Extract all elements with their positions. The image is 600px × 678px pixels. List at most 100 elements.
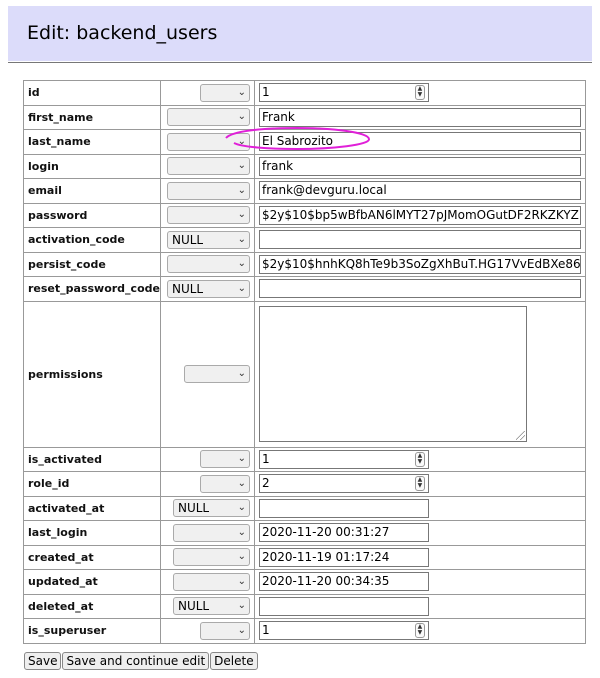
- function-select[interactable]: ⌄: [166, 206, 250, 225]
- function-select[interactable]: ⌄: [183, 365, 250, 383]
- function-select[interactable]: ⌄: [166, 108, 250, 127]
- field-row-is_activated: is_activated ⌄ 1 ▲ ▼: [23, 446, 586, 472]
- page-title: Edit: backend_users: [27, 22, 218, 44]
- function-select[interactable]: ⌄: [199, 474, 250, 493]
- value-cell: Frank: [253, 104, 586, 130]
- field-row-activation_code: activation_code NULL ⌄: [23, 227, 586, 253]
- role_id-input[interactable]: 2 ▲ ▼: [258, 474, 429, 494]
- login-input[interactable]: frank: [258, 156, 581, 176]
- chevron-down-icon: ⌄: [237, 551, 246, 563]
- function-select[interactable]: ⌄: [172, 548, 250, 567]
- email-input[interactable]: frank@devguru.local: [258, 181, 581, 201]
- function-select[interactable]: ⌄: [172, 572, 250, 591]
- function-select[interactable]: ⌄: [172, 523, 250, 542]
- input-value: $2y$10$bp5wBfbAN6lMYT27pJMomOGutDF2RKZKY…: [261, 207, 579, 222]
- function-cell: ⌄: [159, 178, 255, 204]
- spinner-icon[interactable]: ▲ ▼: [414, 623, 425, 639]
- field-label: id: [23, 80, 161, 106]
- permissions-textarea[interactable]: [258, 306, 527, 442]
- input-value: 1: [261, 623, 270, 638]
- input-value: El Sabrozito: [261, 134, 333, 149]
- resize-grip-icon[interactable]: [515, 431, 525, 440]
- value-cell: 1 ▲ ▼: [253, 618, 586, 644]
- spinner-icon[interactable]: ▲ ▼: [414, 451, 425, 467]
- field-label: created_at: [23, 544, 161, 570]
- chevron-down-icon: ⌄: [237, 526, 246, 538]
- form-buttons: Save Save and continue edit Delete: [24, 650, 259, 670]
- field-row-login: login ⌄ frank: [23, 153, 586, 179]
- field-row-activated_at: activated_at NULL ⌄: [23, 495, 586, 521]
- input-value: 2020-11-20 00:34:35: [261, 574, 390, 589]
- is_activated-input[interactable]: 1 ▲ ▼: [258, 449, 429, 469]
- input-value: frank@devguru.local: [261, 183, 387, 198]
- function-select[interactable]: NULL ⌄: [166, 279, 250, 298]
- function-select[interactable]: ⌄: [199, 621, 250, 640]
- function-select[interactable]: NULL ⌄: [166, 230, 250, 249]
- chevron-down-icon: ⌄: [237, 453, 246, 465]
- input-value: 2020-11-20 00:31:27: [261, 525, 390, 540]
- function-select-value: NULL: [177, 599, 210, 614]
- value-cell: 1 ▲ ▼: [253, 446, 586, 472]
- spinner-icon[interactable]: ▲ ▼: [414, 85, 425, 101]
- deleted_at-input[interactable]: [258, 596, 429, 616]
- id-input[interactable]: 1 ▲ ▼: [258, 83, 429, 103]
- field-label: role_id: [23, 471, 161, 497]
- first_name-input[interactable]: Frank: [258, 107, 581, 127]
- function-select[interactable]: ⌄: [166, 181, 250, 200]
- created_at-input[interactable]: 2020-11-19 01:17:24: [258, 547, 429, 567]
- edit-form-table: id ⌄ 1 ▲ ▼ first_name ⌄ Frank last_name ⌄ El Sabro…: [23, 80, 586, 644]
- function-select[interactable]: NULL ⌄: [172, 597, 250, 616]
- activated_at-input[interactable]: [258, 498, 429, 518]
- value-cell: 2020-11-19 01:17:24: [253, 544, 586, 570]
- page-header: Edit: backend_users: [8, 6, 592, 61]
- value-cell: [253, 227, 586, 253]
- function-cell: ⌄: [159, 471, 255, 497]
- function-cell: ⌄: [159, 153, 255, 179]
- password-input[interactable]: $2y$10$bp5wBfbAN6lMYT27pJMomOGutDF2RKZKY…: [258, 205, 581, 225]
- delete-button[interactable]: Delete: [210, 652, 258, 670]
- field-row-email: email ⌄ frank@devguru.local: [23, 178, 586, 204]
- function-select[interactable]: ⌄: [166, 255, 250, 274]
- field-label: activation_code: [23, 227, 161, 253]
- value-cell: 1 ▲ ▼: [253, 80, 586, 106]
- function-cell: ⌄: [159, 129, 255, 155]
- function-cell: ⌄: [159, 80, 255, 106]
- is_superuser-input[interactable]: 1 ▲ ▼: [258, 621, 429, 641]
- field-row-first_name: first_name ⌄ Frank: [23, 104, 586, 130]
- function-cell: ⌄: [159, 251, 255, 277]
- input-value: frank: [261, 158, 294, 173]
- input-value: [260, 599, 262, 613]
- persist_code-input[interactable]: $2y$10$hnhKQ8hTe9b3SoZgXhBuT.HG17VvEdBXe…: [258, 254, 581, 274]
- updated_at-input[interactable]: 2020-11-20 00:34:35: [258, 572, 429, 592]
- spinner-icon[interactable]: ▲ ▼: [414, 476, 425, 492]
- last_login-input[interactable]: 2020-11-20 00:31:27: [258, 523, 429, 543]
- last_name-input[interactable]: El Sabrozito: [258, 132, 581, 152]
- function-select-value: NULL: [177, 501, 210, 516]
- function-select[interactable]: ⌄: [166, 157, 250, 176]
- value-cell: El Sabrozito: [253, 129, 586, 155]
- save-and-continue-button[interactable]: Save and continue edit: [62, 652, 210, 670]
- chevron-down-icon: ⌄: [237, 184, 246, 196]
- function-select[interactable]: ⌄: [199, 83, 250, 102]
- activation_code-input[interactable]: [258, 230, 581, 250]
- value-cell: [253, 495, 586, 521]
- function-cell: ⌄: [159, 544, 255, 570]
- reset_password_code-input[interactable]: [258, 279, 581, 299]
- input-value: 2020-11-19 01:17:24: [261, 549, 390, 564]
- input-value: 1: [261, 451, 270, 466]
- function-select[interactable]: ⌄: [166, 132, 250, 151]
- function-select[interactable]: ⌄: [199, 450, 250, 469]
- function-cell: NULL ⌄: [159, 227, 255, 253]
- input-value: 2: [261, 476, 270, 491]
- chevron-down-icon: ⌄: [237, 111, 246, 123]
- field-row-role_id: role_id ⌄ 2 ▲ ▼: [23, 471, 586, 497]
- function-select[interactable]: NULL ⌄: [172, 499, 250, 518]
- save-button[interactable]: Save: [24, 652, 62, 670]
- function-cell: ⌄: [159, 202, 255, 228]
- header-divider: [8, 62, 592, 63]
- field-row-permissions: permissions ⌄: [23, 300, 586, 448]
- function-cell: NULL ⌄: [159, 495, 255, 521]
- function-cell: ⌄: [159, 569, 255, 595]
- field-label: login: [23, 153, 161, 179]
- chevron-down-icon: ⌄: [237, 209, 246, 221]
